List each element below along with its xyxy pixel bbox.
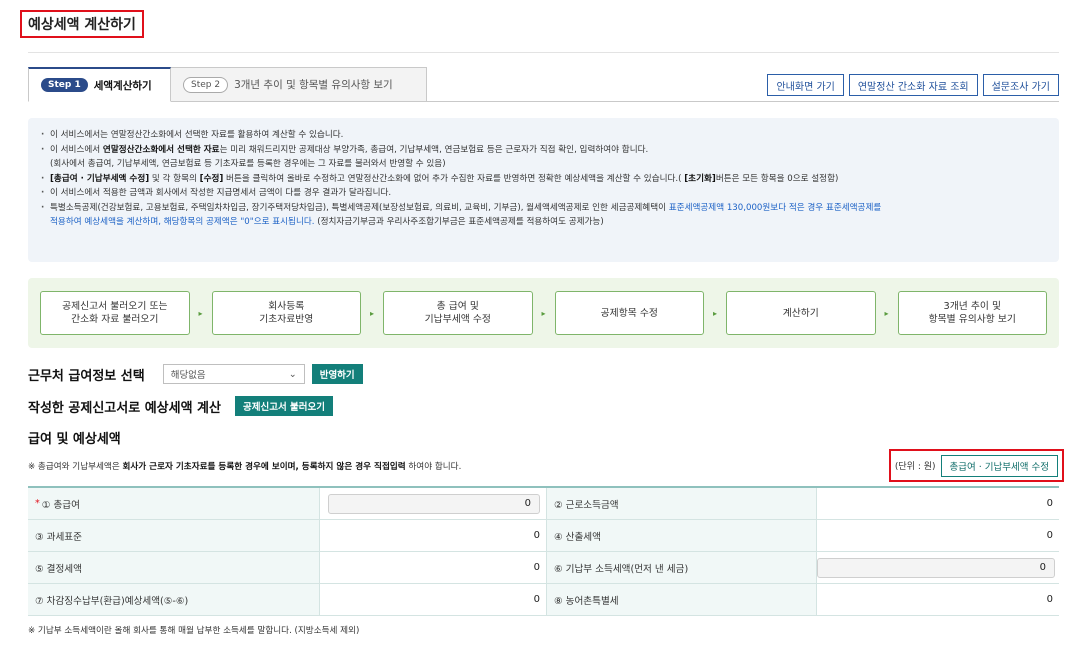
deduction-label: 작성한 공제신고서로 예상세액 계산 bbox=[28, 400, 221, 416]
determined-tax-label: ⑤ 결정세액 bbox=[28, 552, 320, 583]
flow-step-calculate: 계산하기 bbox=[726, 291, 876, 335]
step1-badge: Step 1 bbox=[41, 78, 88, 92]
tab-step1[interactable]: Step 1 세액계산하기 bbox=[28, 67, 171, 102]
salary-heading-row: 급여 및 예상세액 bbox=[28, 428, 121, 447]
tax-base-value: 0 bbox=[320, 520, 547, 551]
required-mark: * bbox=[35, 498, 40, 509]
page-title-highlight: 예상세액 계산하기 bbox=[20, 10, 144, 38]
notice-item: 특별소득공제(건강보험료, 고용보험료, 주택임차차입금, 장기주택저당차입금)… bbox=[40, 201, 1047, 216]
salary-section-title: 급여 및 예상세액 bbox=[28, 432, 121, 447]
notice-item: [총급여 · 기납부세액 수정] 및 각 항목의 [수정] 버튼을 클릭하여 올… bbox=[40, 172, 1047, 187]
earned-income-value: 0 bbox=[1046, 498, 1053, 509]
salary-tax-table: * ① 총급여 0 ② 근로소득금액 0 ③ 과세표준 0 ④ 산출세액 0 ⑤ … bbox=[28, 486, 1059, 616]
process-flow: 공제신고서 불러오기 또는 간소화 자료 불러오기 ▸ 회사등록 기초자료반영 … bbox=[28, 278, 1059, 348]
top-button-group: 안내화면 가기 연말정산 간소화 자료 조회 설문조사 가기 bbox=[767, 74, 1059, 96]
notice-item: (회사에서 총급여, 기납부세액, 연금보험료 등 기초자료를 등록한 경우에는… bbox=[50, 159, 446, 169]
workplace-row: 근무처 급여정보 선택 해당없음 ⌄ 반영하기 bbox=[28, 364, 363, 384]
arrow-right-icon: ▸ bbox=[884, 308, 889, 318]
calculated-tax-label: ④ 산출세액 bbox=[547, 520, 817, 551]
tab-baseline bbox=[427, 101, 1059, 102]
prepaid-tax-footnote: ※ 기납부 소득세액이란 올해 회사를 통해 매월 납부한 소득세를 말합니다.… bbox=[28, 626, 360, 636]
title-divider bbox=[28, 52, 1059, 53]
determined-tax-value: 0 bbox=[320, 552, 547, 583]
workplace-select[interactable]: 해당없음 ⌄ bbox=[162, 364, 305, 384]
unit-and-edit-highlight: (단위 : 원) 총급여 · 기납부세액 수정 bbox=[888, 449, 1064, 482]
notice-item: 이 서비스에서는 연말정산간소화에서 선택한 자료를 활용하여 계산할 수 있습… bbox=[40, 128, 1047, 143]
arrow-right-icon: ▸ bbox=[713, 308, 718, 318]
table-row: * ① 총급여 0 ② 근로소득금액 0 bbox=[28, 488, 1059, 520]
apply-button[interactable]: 반영하기 bbox=[311, 364, 363, 384]
expected-refund-label: ⑦ 차감징수납부(환급)예상세액(⑤-⑥) bbox=[28, 584, 320, 615]
flow-step-deduction: 공제항목 수정 bbox=[554, 291, 705, 335]
chevron-down-icon: ⌄ bbox=[288, 368, 297, 380]
tab-step2[interactable]: Step 2 3개년 추이 및 항목별 유의사항 보기 bbox=[171, 67, 427, 102]
flow-step-trend: 3개년 추이 및 항목별 유의사항 보기 bbox=[897, 291, 1048, 335]
salary-note: ※ 총급여와 기납부세액은 회사가 근로자 기초자료를 등록한 경우에 보이며,… bbox=[28, 462, 462, 472]
guide-page-button[interactable]: 안내화면 가기 bbox=[767, 74, 844, 96]
total-salary-label: * ① 총급여 bbox=[28, 488, 320, 519]
flow-step-company: 회사등록 기초자료반영 bbox=[211, 291, 362, 335]
table-row: ⑤ 결정세액 0 ⑥ 기납부 소득세액(먼저 낸 세금) 0 bbox=[28, 552, 1059, 584]
step2-badge: Step 2 bbox=[183, 76, 229, 93]
notice-item: 적용하여 예상세액을 계산하며, 해당항목의 공제액은 "0"으로 표시됩니다.… bbox=[50, 217, 604, 227]
arrow-right-icon: ▸ bbox=[198, 308, 203, 318]
flow-step-salary: 총 급여 및 기납부세액 수정 bbox=[383, 291, 533, 335]
table-row: ⑦ 차감징수납부(환급)예상세액(⑤-⑥) 0 ⑧ 농어촌특별세 0 bbox=[28, 584, 1059, 616]
expected-refund-value: 0 bbox=[320, 584, 547, 615]
tab-step2-label: 3개년 추이 및 항목별 유의사항 보기 bbox=[234, 79, 393, 91]
prepaid-tax-input[interactable]: 0 bbox=[817, 557, 1055, 578]
step-tabs: Step 1 세액계산하기 Step 2 3개년 추이 및 항목별 유의사항 보… bbox=[28, 67, 427, 102]
arrow-right-icon: ▸ bbox=[541, 308, 546, 318]
rural-special-tax-label: ⑧ 농어촌특별세 bbox=[547, 584, 817, 615]
total-salary-cell: 0 bbox=[320, 488, 547, 519]
tax-base-label: ③ 과세표준 bbox=[28, 520, 320, 551]
flow-step-load: 공제신고서 불러오기 또는 간소화 자료 불러오기 bbox=[40, 291, 190, 335]
survey-button[interactable]: 설문조사 가기 bbox=[982, 74, 1059, 96]
notice-box: 이 서비스에서는 연말정산간소화에서 선택한 자료를 활용하여 계산할 수 있습… bbox=[28, 118, 1059, 262]
prepaid-tax-label: ⑥ 기납부 소득세액(먼저 낸 세금) bbox=[547, 552, 817, 583]
tab-step1-label: 세액계산하기 bbox=[93, 79, 152, 92]
table-row: ③ 과세표준 0 ④ 산출세액 0 bbox=[28, 520, 1059, 552]
deduction-row: 작성한 공제신고서로 예상세액 계산 공제신고서 불러오기 bbox=[28, 396, 333, 416]
load-deduction-button[interactable]: 공제신고서 불러오기 bbox=[234, 396, 333, 416]
page-title: 예상세액 계산하기 bbox=[28, 17, 136, 33]
edit-salary-tax-button[interactable]: 총급여 · 기납부세액 수정 bbox=[940, 454, 1058, 477]
notice-item: 이 서비스에서 연말정산간소화에서 선택한 자료는 미리 채워드리지만 공제대상… bbox=[40, 143, 1047, 158]
calculated-tax-value: 0 bbox=[1046, 530, 1053, 541]
arrow-right-icon: ▸ bbox=[370, 308, 375, 318]
simplified-data-button[interactable]: 연말정산 간소화 자료 조회 bbox=[848, 74, 978, 96]
workplace-label: 근무처 급여정보 선택 bbox=[28, 368, 145, 384]
earned-income-label: ② 근로소득금액 bbox=[547, 488, 817, 519]
unit-label: (단위 : 원) bbox=[894, 462, 936, 472]
rural-special-tax-value: 0 bbox=[1046, 594, 1053, 605]
total-salary-input[interactable]: 0 bbox=[328, 493, 540, 514]
notice-item: 이 서비스에서 적용한 금액과 회사에서 작성한 지급명세서 금액이 다를 경우… bbox=[40, 186, 1047, 201]
prepaid-tax-cell: 0 bbox=[817, 552, 1061, 583]
workplace-select-value: 해당없음 bbox=[170, 370, 206, 381]
